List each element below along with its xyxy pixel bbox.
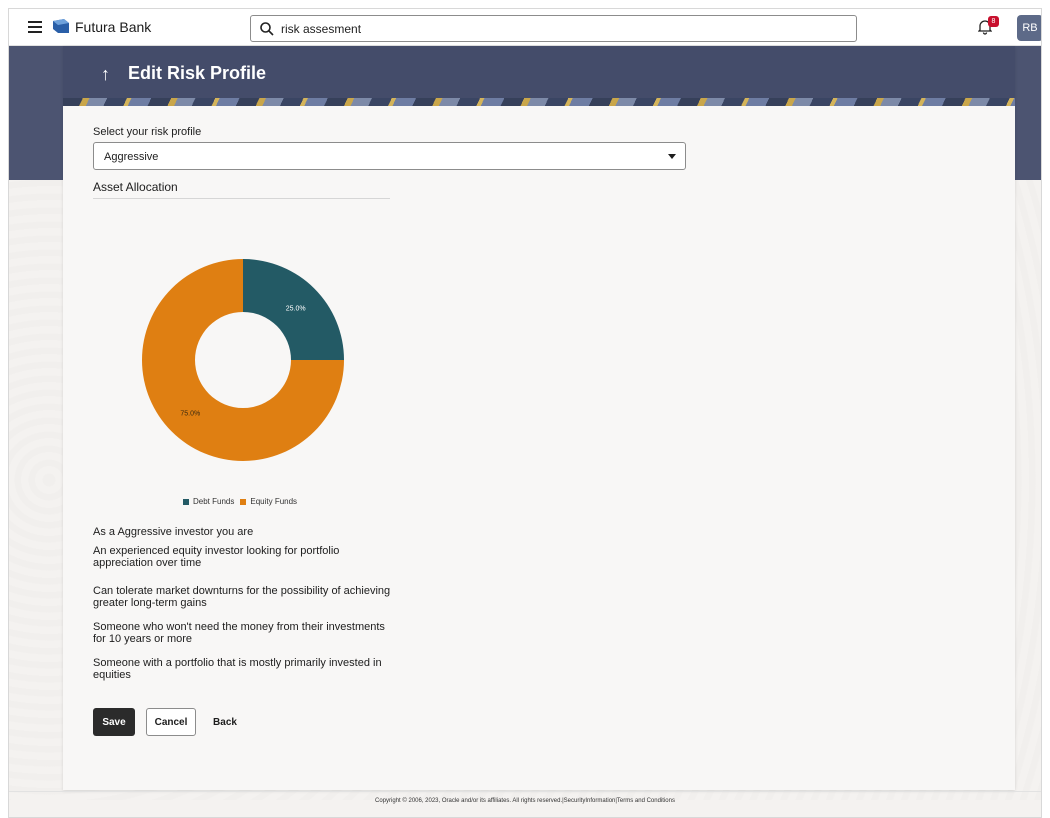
risk-profile-label: Select your risk profile (93, 126, 202, 138)
search-box[interactable] (250, 15, 857, 42)
asset-allocation-chart: 25.0% 75.0% (142, 259, 344, 461)
back-button[interactable]: Back (206, 708, 244, 736)
legend-label: Equity Funds (250, 497, 298, 506)
section-divider (93, 198, 390, 199)
slice-label: 75.0% (180, 411, 200, 418)
description-point: Can tolerate market downturns for the po… (93, 585, 391, 609)
risk-profile-value: Aggressive (104, 151, 159, 163)
chevron-down-icon (668, 154, 676, 159)
asset-allocation-title: Asset Allocation (93, 180, 178, 194)
legend-swatch (240, 498, 247, 505)
save-button[interactable]: Save (93, 708, 135, 736)
page-title: Edit Risk Profile (128, 63, 267, 83)
notification-badge: 8 (988, 16, 999, 27)
legend-item[interactable]: Equity Funds (240, 497, 297, 506)
footer-copyright: Copyright © 2006, 2023, Oracle and/or it… (375, 798, 675, 804)
description-point: Someone who won't need the money from th… (93, 621, 385, 645)
investor-heading: As a Aggressive investor you are (93, 526, 254, 538)
description-point: Someone with a portfolio that is mostly … (93, 657, 382, 681)
top-bar: Futura Bank 8 RB (9, 9, 1041, 46)
risk-profile-select[interactable]: Aggressive (93, 142, 686, 170)
user-avatar[interactable]: RB (1017, 15, 1041, 41)
legend-swatch (183, 498, 189, 505)
back-arrow-icon[interactable]: ↑ (101, 64, 110, 85)
slice-label: 25.0% (286, 305, 306, 312)
brand-name[interactable]: Futura Bank (75, 19, 151, 35)
legend-item[interactable]: Debt Funds (183, 497, 234, 506)
cancel-button[interactable]: Cancel (146, 708, 196, 736)
app-frame: Futura Bank 8 RB ↑ Edit Risk Profile Sel… (8, 8, 1042, 818)
description-point: An experienced equity investor looking f… (93, 545, 340, 569)
legend-label: Debt Funds (193, 497, 235, 506)
bank-logo-icon (53, 19, 69, 33)
edit-risk-profile-card: ↑ Edit Risk Profile Select your risk pro… (63, 46, 1015, 790)
card-header: ↑ Edit Risk Profile (63, 46, 1015, 106)
footer-divider (9, 791, 1041, 792)
search-input[interactable] (281, 20, 841, 38)
menu-icon[interactable] (28, 21, 42, 33)
decorative-stripe (63, 98, 1015, 106)
chart-legend: Debt Funds Equity Funds (183, 497, 297, 506)
search-icon (260, 22, 274, 36)
